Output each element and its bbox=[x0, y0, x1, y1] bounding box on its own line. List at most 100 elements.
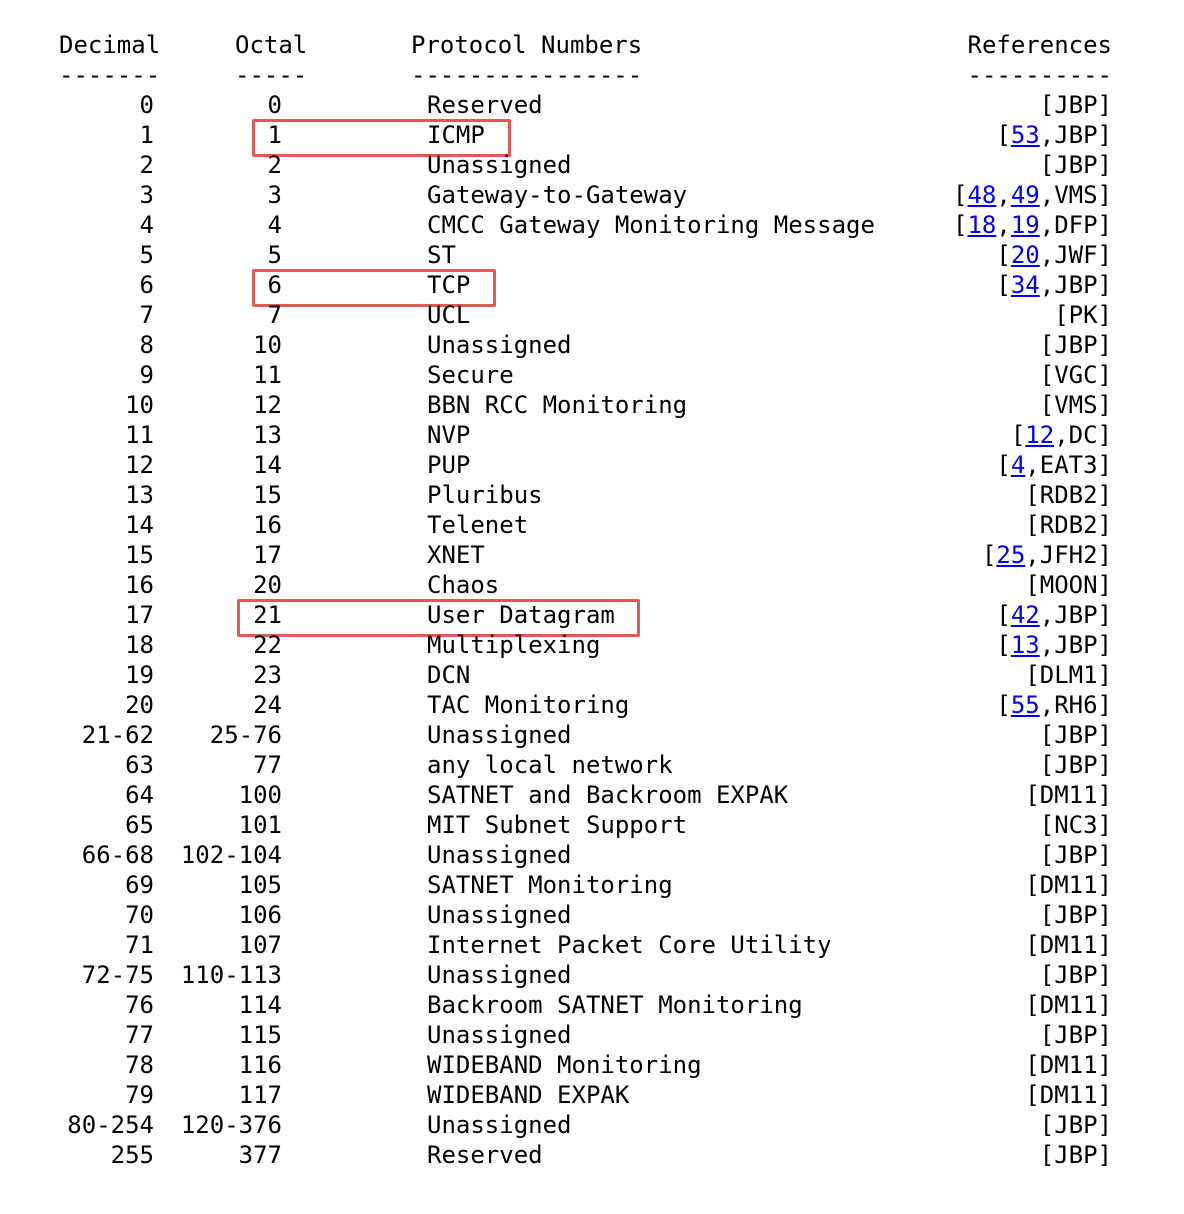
reference-text: [ bbox=[981, 541, 997, 569]
octal-cell: 114 bbox=[238, 991, 282, 1019]
references-cell: [42,JBP] bbox=[996, 600, 1112, 630]
decimal-cell: 71 bbox=[125, 931, 154, 959]
references-cell: [DM11] bbox=[1025, 1050, 1112, 1080]
decimal-cell: 1 bbox=[139, 121, 154, 149]
table-row: 21-62 25-76 Unassigned [JBP] bbox=[0, 720, 1184, 750]
octal-cell: 4 bbox=[267, 211, 282, 239]
reference-link[interactable]: 19 bbox=[1011, 211, 1040, 239]
reference-text: [DM11] bbox=[1025, 931, 1112, 959]
references-cell: [JBP] bbox=[1040, 330, 1112, 360]
reference-text: ,EAT3] bbox=[1025, 451, 1112, 479]
references-header: References bbox=[967, 31, 1113, 59]
decimal-rule: ------- bbox=[59, 61, 161, 89]
references-cell: [JBP] bbox=[1040, 1140, 1112, 1170]
reference-link[interactable]: 12 bbox=[1025, 421, 1054, 449]
references-cell: [RDB2] bbox=[1025, 480, 1112, 510]
references-cell: [20,JWF] bbox=[996, 240, 1112, 270]
reference-text: ,JBP] bbox=[1039, 121, 1112, 149]
reference-link[interactable]: 42 bbox=[1011, 601, 1040, 629]
protocol-cell: PUP bbox=[427, 451, 471, 479]
references-cell: [4,EAT3] bbox=[996, 450, 1112, 480]
reference-link[interactable]: 34 bbox=[1011, 271, 1040, 299]
table-row: 1 1 ICMP [53,JBP] bbox=[0, 120, 1184, 150]
octal-cell: 16 bbox=[253, 511, 282, 539]
reference-text: ,JBP] bbox=[1039, 631, 1112, 659]
octal-cell: 77 bbox=[253, 751, 282, 779]
reference-link[interactable]: 55 bbox=[1011, 691, 1040, 719]
reference-text: ,DC] bbox=[1054, 421, 1112, 449]
references-cell: [DM11] bbox=[1025, 990, 1112, 1020]
table-row: 63 77 any local network [JBP] bbox=[0, 750, 1184, 780]
table-row: 70 106 Unassigned [JBP] bbox=[0, 900, 1184, 930]
reference-link[interactable]: 53 bbox=[1011, 121, 1040, 149]
protocol-cell: Telenet bbox=[427, 511, 529, 539]
references-cell: [VMS] bbox=[1040, 390, 1112, 420]
decimal-cell: 80-254 bbox=[67, 1111, 154, 1139]
octal-rule: ----- bbox=[235, 61, 308, 89]
decimal-cell: 5 bbox=[139, 241, 154, 269]
decimal-cell: 6 bbox=[139, 271, 154, 299]
reference-text: [ bbox=[996, 691, 1011, 719]
reference-text: [JBP] bbox=[1039, 1111, 1112, 1139]
protocol-cell: Backroom SATNET Monitoring bbox=[427, 991, 803, 1019]
octal-cell: 20 bbox=[253, 571, 282, 599]
protocol-cell: Unassigned bbox=[427, 1111, 572, 1139]
table-row: 16 20 Chaos [MOON] bbox=[0, 570, 1184, 600]
header-row: Decimal Octal Protocol Numbers Reference… bbox=[0, 30, 1184, 60]
header-rule-row: ------- ----- ---------------- ---------… bbox=[0, 60, 1184, 90]
reference-text: [PK] bbox=[1054, 301, 1112, 329]
reference-text: [ bbox=[996, 451, 1011, 479]
references-cell: [34,JBP] bbox=[996, 270, 1112, 300]
octal-cell: 13 bbox=[253, 421, 282, 449]
reference-text: , bbox=[996, 181, 1011, 209]
references-cell: [DM11] bbox=[1025, 870, 1112, 900]
reference-text: ,RH6] bbox=[1039, 691, 1112, 719]
reference-text: [RDB2] bbox=[1025, 511, 1112, 539]
table-row: 80-254 120-376 Unassigned [JBP] bbox=[0, 1110, 1184, 1140]
reference-link[interactable]: 18 bbox=[967, 211, 996, 239]
table-row: 13 15 Pluribus [RDB2] bbox=[0, 480, 1184, 510]
protocol-cell: Pluribus bbox=[427, 481, 543, 509]
reference-link[interactable]: 20 bbox=[1011, 241, 1040, 269]
protocol-cell: ST bbox=[427, 241, 456, 269]
table-row: 78 116 WIDEBAND Monitoring [DM11] bbox=[0, 1050, 1184, 1080]
references-cell: [JBP] bbox=[1040, 750, 1112, 780]
protocol-cell: Unassigned bbox=[427, 841, 572, 869]
reference-link[interactable]: 25 bbox=[996, 541, 1025, 569]
decimal-cell: 69 bbox=[125, 871, 154, 899]
reference-link[interactable]: 48 bbox=[967, 181, 996, 209]
table-row: 7 7 UCL [PK] bbox=[0, 300, 1184, 330]
references-cell: [12,DC] bbox=[1011, 420, 1112, 450]
references-cell: [MOON] bbox=[1025, 570, 1112, 600]
octal-cell: 15 bbox=[253, 481, 282, 509]
reference-link[interactable]: 13 bbox=[1011, 631, 1040, 659]
decimal-cell: 78 bbox=[125, 1051, 154, 1079]
table-row: 64 100 SATNET and Backroom EXPAK [DM11] bbox=[0, 780, 1184, 810]
octal-cell: 107 bbox=[238, 931, 282, 959]
reference-text: ,JWF] bbox=[1039, 241, 1112, 269]
octal-cell: 101 bbox=[238, 811, 282, 839]
references-cell: [PK] bbox=[1054, 300, 1112, 330]
reference-link[interactable]: 4 bbox=[1011, 451, 1025, 479]
reference-text: [ bbox=[996, 631, 1011, 659]
decimal-cell: 65 bbox=[125, 811, 154, 839]
reference-text: [JBP] bbox=[1039, 331, 1112, 359]
table-row: 10 12 BBN RCC Monitoring [VMS] bbox=[0, 390, 1184, 420]
reference-text: [DM11] bbox=[1025, 991, 1112, 1019]
reference-text: ,JFH2] bbox=[1025, 541, 1112, 569]
references-rule: ---------- bbox=[967, 61, 1113, 89]
decimal-cell: 63 bbox=[125, 751, 154, 779]
references-cell: [JBP] bbox=[1040, 900, 1112, 930]
decimal-cell: 11 bbox=[125, 421, 154, 449]
octal-cell: 25-76 bbox=[209, 721, 282, 749]
protocol-cell: Unassigned bbox=[427, 1021, 572, 1049]
table-row: 11 13 NVP [12,DC] bbox=[0, 420, 1184, 450]
octal-cell: 17 bbox=[253, 541, 282, 569]
protocol-rule: ---------------- bbox=[411, 61, 643, 89]
reference-text: [JBP] bbox=[1039, 1141, 1112, 1169]
protocol-cell: Gateway-to-Gateway bbox=[427, 181, 688, 209]
reference-text: , bbox=[996, 211, 1011, 239]
table-row: 5 5 ST [20,JWF] bbox=[0, 240, 1184, 270]
protocol-cell: SATNET Monitoring bbox=[427, 871, 673, 899]
reference-link[interactable]: 49 bbox=[1011, 181, 1040, 209]
